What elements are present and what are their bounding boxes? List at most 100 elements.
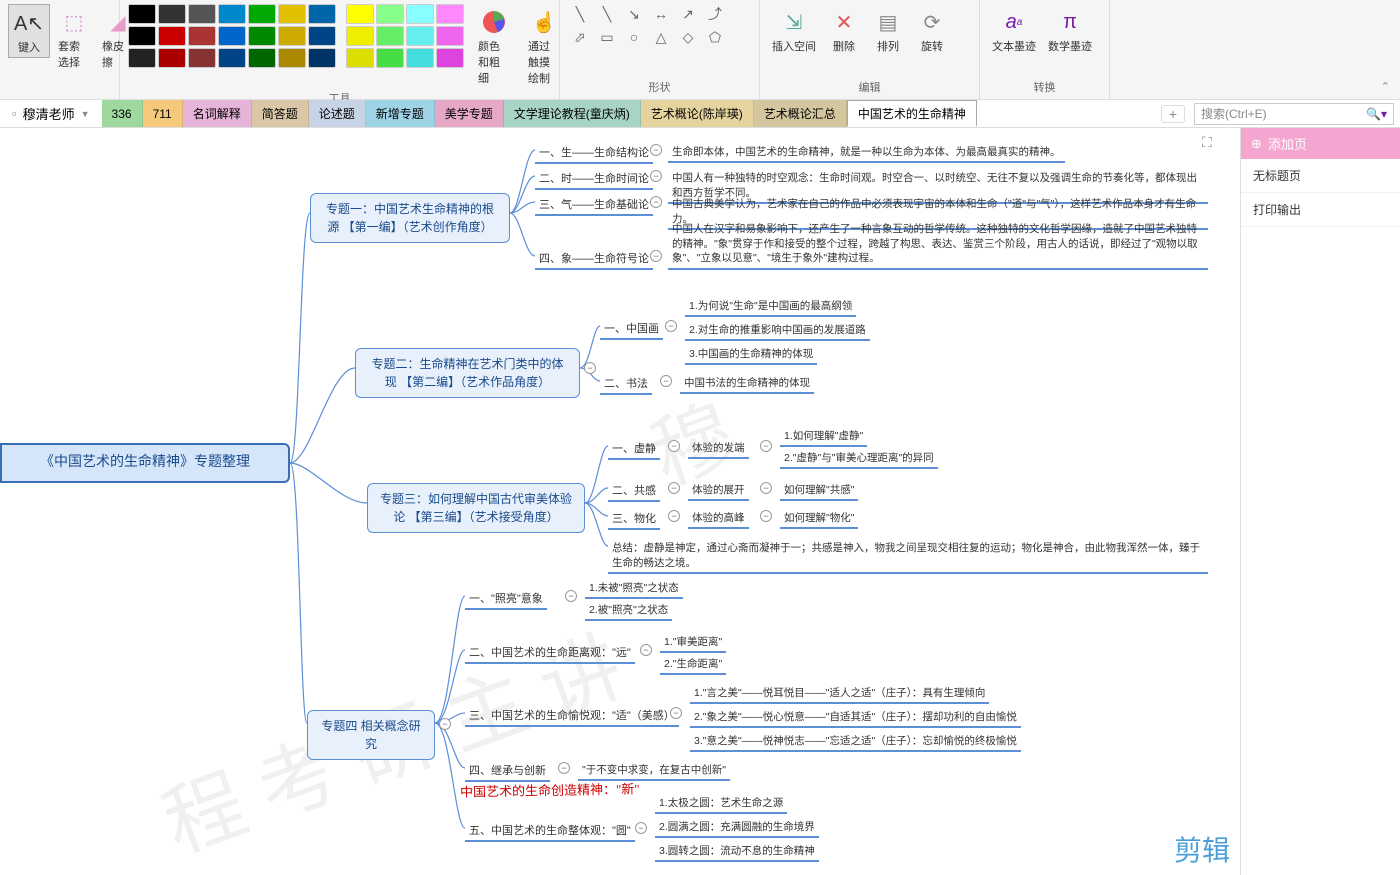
delete-icon: ✕ (828, 6, 860, 38)
t1-branch-1[interactable]: 一、生——生命结构论 (535, 142, 653, 164)
text-ink-button[interactable]: aa文本墨迹 (988, 4, 1040, 56)
color-thickness-button[interactable]: 颜色和粗细 (474, 4, 514, 88)
toggle[interactable]: − (650, 170, 662, 182)
toggle[interactable]: − (760, 482, 772, 494)
arrange-button[interactable]: ▤排列 (868, 4, 908, 56)
section-tab[interactable]: 336 (102, 100, 143, 127)
expand-icon[interactable]: ⛶ (1202, 134, 1220, 152)
collapse-ribbon-icon[interactable]: ⌃ (1381, 80, 1390, 93)
lasso-label: 套索选择 (58, 38, 90, 70)
section-tabs: 336711名词解释简答题论述题新增专题美学专题文学理论教程(童庆炳)艺术概论(… (102, 100, 1158, 127)
insert-space-button[interactable]: ⇲插入空间 (768, 4, 820, 56)
t4-branch-3[interactable]: 三、中国艺术的生命愉悦观："适"（美感） (465, 705, 679, 727)
type-label: 键入 (18, 39, 40, 55)
t3-branch-2[interactable]: 二、共感 (608, 480, 660, 502)
section-tab[interactable]: 文学理论教程(童庆炳) (504, 100, 641, 127)
pie-icon (478, 6, 510, 38)
cut-label: 剪辑 (1174, 829, 1230, 869)
t3-b3-1: 如何理解"物化" (780, 508, 858, 529)
toggle[interactable]: − (565, 590, 577, 602)
t3-b2-1: 如何理解"共感" (780, 480, 858, 501)
t2-b1-1: 1.为何说"生命"是中国画的最高纲领 (685, 296, 856, 317)
lasso-icon: ⬚ (58, 6, 90, 38)
notebook-selector[interactable]: ▫ 穆清老师 ▼ (0, 104, 102, 123)
t1-branch-3[interactable]: 三、气——生命基础论 (535, 194, 653, 216)
section-tab[interactable]: 美学专题 (435, 100, 504, 127)
t3-b1d: 体验的发端 (688, 438, 749, 459)
topic-1[interactable]: 专题一：中国艺术生命精神的根源 【第一编】（艺术创作角度） (310, 193, 510, 243)
toggle[interactable]: − (650, 250, 662, 262)
t2-b2-desc: 中国书法的生命精神的体现 (680, 373, 814, 394)
t2-branch-1[interactable]: 一、中国画 (600, 318, 663, 340)
t1-branch-4[interactable]: 四、象——生命符号论 (535, 248, 653, 270)
t1-branch-2[interactable]: 二、时——生命时间论 (535, 168, 653, 190)
toggle[interactable]: − (640, 644, 652, 656)
section-tab[interactable]: 711 (143, 100, 183, 127)
toggle[interactable]: − (670, 707, 682, 719)
t4-branch-5[interactable]: 五、中国艺术的生命整体观："圆" (465, 820, 635, 842)
t3-branch-1[interactable]: 一、虚静 (608, 438, 660, 460)
toggle[interactable]: − (668, 440, 680, 452)
toggle[interactable]: − (439, 718, 451, 730)
edit-group-label: 编辑 (768, 77, 971, 95)
t4-branch-1[interactable]: 一、"照亮"意象 (465, 588, 547, 610)
lasso-button[interactable]: ⬚ 套索选择 (54, 4, 94, 72)
cursor-icon: A↖ (13, 7, 45, 39)
page-canvas[interactable]: 穆 程考研主讲 ⛶ (0, 128, 1240, 875)
section-tab[interactable]: 艺术概论(陈岸瑛) (641, 100, 754, 127)
toggle[interactable]: − (635, 822, 647, 834)
search-icon: 🔍▾ (1366, 107, 1387, 121)
t4-b3-3: 3."意之美"——悦神悦志——"忘适之适"（庄子）：忘却愉悦的终极愉悦 (690, 731, 1021, 752)
chevron-down-icon: ▼ (81, 109, 90, 119)
toggle[interactable]: − (660, 375, 672, 387)
insert-space-icon: ⇲ (778, 6, 810, 38)
t2-b1-2: 2.对生命的推重影响中国画的发展道路 (685, 320, 870, 341)
section-tab[interactable]: 艺术概论汇总 (754, 100, 847, 127)
notebook-bar: ▫ 穆清老师 ▼ 336711名词解释简答题论述题新增专题美学专题文学理论教程(… (0, 100, 1400, 128)
t4-branch-2[interactable]: 二、中国艺术的生命距离观："远" (465, 642, 635, 664)
topic-2[interactable]: 专题二：生命精神在艺术门类中的体现 【第二编】（艺术作品角度） (355, 348, 580, 398)
section-tab[interactable]: 中国艺术的生命精神 (847, 100, 977, 127)
highlighter-palette[interactable] (346, 4, 464, 88)
type-button[interactable]: A↖ 键入 (8, 4, 50, 58)
rotate-button[interactable]: ⟳旋转 (912, 4, 952, 56)
toggle[interactable]: − (668, 482, 680, 494)
t4-b5-1: 1.太极之圆：艺术生命之源 (655, 793, 787, 814)
touch-draw-button[interactable]: ☝ 通过触摸绘制 (524, 4, 564, 88)
t4-b4d: "于不变中求变，在复古中创新" (578, 760, 730, 781)
section-tab[interactable]: 论述题 (309, 100, 366, 127)
t3-branch-3[interactable]: 三、物化 (608, 508, 660, 530)
toggle[interactable]: − (650, 144, 662, 156)
t3-summary: 总结：虚静是神定，通过心斋而凝神于一；共感是神入，物我之间呈现交相往复的运动；物… (608, 538, 1208, 574)
toggle[interactable]: − (760, 510, 772, 522)
notebook-icon: ▫ (12, 106, 17, 121)
toggle[interactable]: − (760, 440, 772, 452)
add-tab-button[interactable]: + (1161, 105, 1185, 123)
topic-3[interactable]: 专题三：如何理解中国古代审美体验论 【第三编】（艺术接受角度） (367, 483, 585, 533)
toggle[interactable]: − (668, 510, 680, 522)
shapes-gallery[interactable]: ╲╲↘↔↗⤴ ⬀▭○△◇⬠ (568, 4, 751, 47)
add-page-button[interactable]: ⊕ 添加页 (1241, 128, 1400, 159)
section-tab[interactable]: 新增专题 (366, 100, 435, 127)
toggle[interactable]: − (650, 196, 662, 208)
search-input[interactable]: 搜索(Ctrl+E) 🔍▾ (1194, 103, 1394, 125)
t1-b4-desc: 中国人在汉字和易象影响下，还产生了一种言象互动的哲学传统。这种独特的文化哲学因缘… (668, 220, 1208, 270)
toggle[interactable]: − (584, 362, 596, 374)
section-tab[interactable]: 简答题 (252, 100, 309, 127)
search-placeholder: 搜索(Ctrl+E) (1201, 105, 1267, 122)
section-tab[interactable]: 名词解释 (183, 100, 252, 127)
math-ink-button[interactable]: π数学墨迹 (1044, 4, 1096, 56)
delete-button[interactable]: ✕删除 (824, 4, 864, 56)
page-item-untitled[interactable]: 无标题页 (1241, 159, 1400, 193)
handwritten-note: 中国艺术的生命创造精神："新" (460, 778, 640, 800)
t4-branch-4[interactable]: 四、继承与创新 (465, 760, 550, 782)
page-item-print[interactable]: 打印输出 (1241, 193, 1400, 227)
rotate-icon: ⟳ (916, 6, 948, 38)
mindmap-root[interactable]: 《中国艺术的生命精神》专题整理 (0, 443, 290, 483)
pen-palette[interactable] (128, 4, 336, 88)
toggle[interactable]: − (558, 762, 570, 774)
t2-branch-2[interactable]: 二、书法 (600, 373, 652, 395)
t4-b5-3: 3.圆转之圆：流动不息的生命精神 (655, 841, 819, 862)
toggle[interactable]: − (665, 320, 677, 332)
topic-4[interactable]: 专题四 相关概念研究 (307, 710, 435, 760)
